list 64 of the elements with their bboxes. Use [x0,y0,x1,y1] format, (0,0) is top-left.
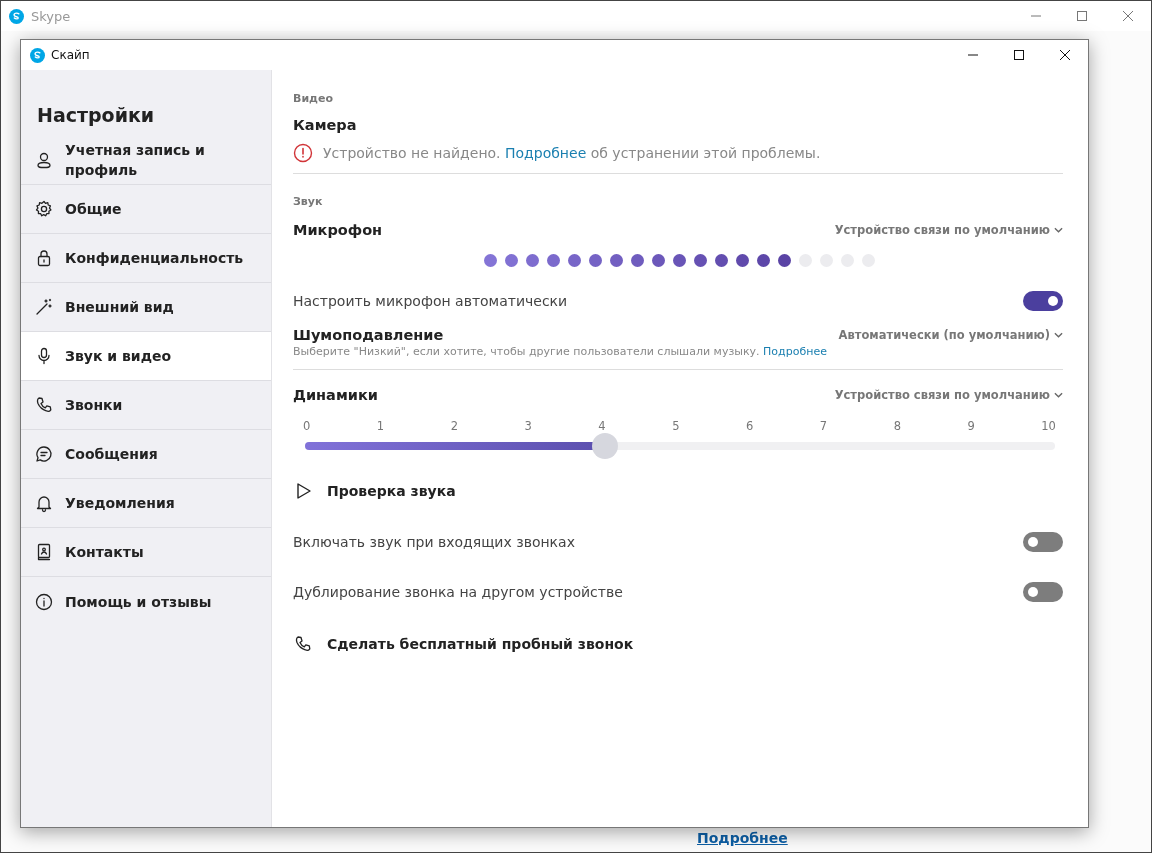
close-icon [1123,11,1133,21]
hint-text: Выберите "Низкий", если хотите, чтобы другие пользователи слышали музыку. Подробнее [293,345,828,358]
tick-label: 0 [303,419,311,433]
noise-dropdown[interactable]: Автоматически (по умолчанию) [838,328,1063,342]
close-icon [1060,50,1070,60]
window-title: Skype [31,8,71,24]
sidebar-item[interactable]: Учетная запись и профиль [21,136,271,185]
section-label: Видео [293,92,334,105]
device-dropdown[interactable]: Устройство связи по умолчанию [834,388,1063,402]
sidebar-item[interactable]: Звук и видео [21,332,271,381]
person-icon [34,150,54,170]
info-icon [34,591,54,612]
maximize-icon [1014,50,1024,60]
test-call-button[interactable]: Сделать бесплатный пробный звонок [293,634,634,654]
sidebar-item[interactable]: Конфиденциальность [21,234,271,283]
device-dropdown[interactable]: Устройство связи по умолчанию [834,223,1063,237]
window-title: Скайп [51,48,90,62]
chat-icon [34,444,54,464]
sidebar-item[interactable]: Контакты [21,528,271,577]
error-icon [293,143,313,163]
link[interactable]: Подробнее [505,145,587,161]
sidebar-item[interactable]: Уведомления [21,479,271,528]
gear-icon [34,199,54,219]
test-sound-button[interactable]: Проверка звука [293,481,456,501]
bell-icon [34,493,54,513]
maximize-icon [1077,11,1087,21]
tick-label: 7 [819,419,828,433]
noise-heading: Шумоподавление [293,327,444,343]
sidebar-item[interactable]: Общие [21,185,271,234]
tick-label: 9 [967,419,975,433]
toggle-switch[interactable] [1023,582,1063,602]
phone-icon [293,634,313,654]
tick-label: 5 [672,419,680,433]
setting-label: Настроить микрофон автоматически [293,293,568,309]
camera-heading: Камера [293,117,358,133]
tick-label: 2 [450,419,458,433]
logo-icon [30,47,45,63]
setting-label: Включать звук при входящих звонках [293,534,575,550]
sidebar-item[interactable]: Звонки [21,381,271,430]
error-message: Устройство не найдено. Подробнее об устранении этой проблемы. [323,145,821,161]
speakers-heading: Динамики [293,387,378,403]
microphone-heading: Микрофон [293,222,383,238]
chevron-down-icon [1054,227,1063,233]
tick-label: 10 [1041,419,1056,433]
toggle-switch[interactable] [1023,532,1063,552]
tick-label: 1 [376,419,385,433]
sidebar-item[interactable]: Сообщения [21,430,271,479]
toggle-switch[interactable] [1023,291,1063,311]
setting-label: Дублирование звонка на другом устройстве [293,584,623,600]
tick-label: 4 [598,419,606,433]
phone-icon [34,395,54,415]
tick-label: 3 [524,419,532,433]
magic-wand-icon [34,297,54,317]
slider-thumb[interactable] [592,433,618,459]
logo-icon [9,8,24,24]
sidebar-title: Настройки [37,104,156,126]
link[interactable]: Подробнее [763,345,827,358]
tick-label: 8 [893,419,901,433]
tick-label: 6 [745,419,754,433]
chevron-down-icon [1054,392,1063,398]
link[interactable]: Подробнее [697,830,788,846]
section-label: Звук [293,195,324,208]
sidebar-item[interactable]: Помощь и отзывы [21,577,271,626]
chevron-down-icon [1054,332,1063,338]
